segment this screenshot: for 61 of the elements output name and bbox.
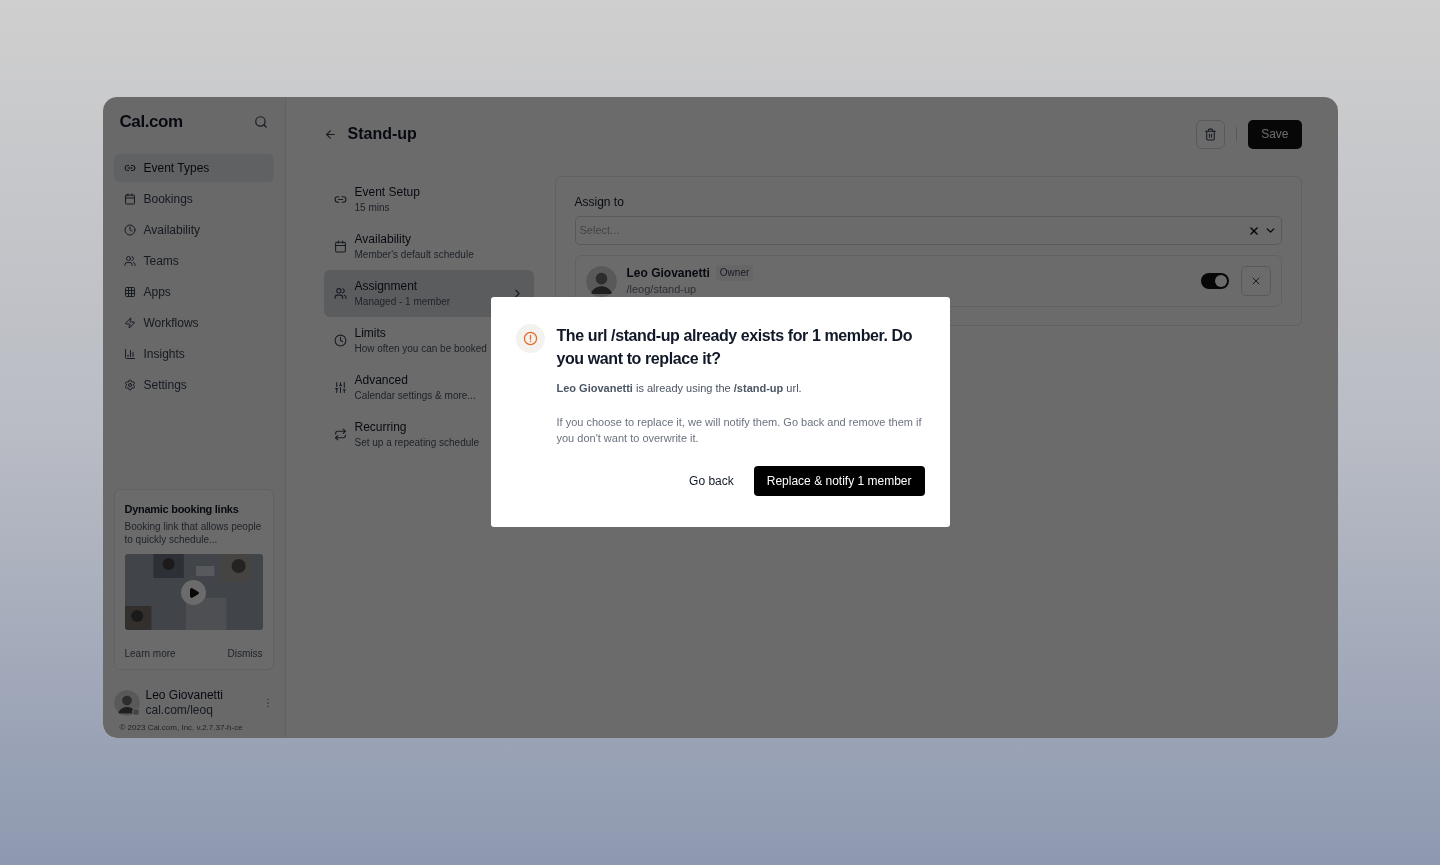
dialog-message: Leo Giovanetti is already using the /stand-up url. xyxy=(556,381,803,396)
promo-title: Dynamic booking links xyxy=(124,501,240,517)
menu-item-subtitle: Set up a repeating schedule xyxy=(354,435,481,450)
logo: Cal.com xyxy=(119,111,183,134)
replace-button[interactable]: Replace & notify 1 member xyxy=(753,465,925,496)
clock-icon xyxy=(333,334,347,347)
link-icon xyxy=(123,162,136,174)
settings-icon xyxy=(123,379,136,391)
menu-item-subtitle: Calendar settings & more... xyxy=(354,388,477,403)
nav-item[interactable]: Availability xyxy=(113,216,274,244)
member-url: /leog/stand-up xyxy=(626,282,698,297)
user-name: Leo Giovanetti xyxy=(145,688,224,703)
save-button[interactable]: Save xyxy=(1248,119,1302,149)
menu-item-subtitle: 15 mins xyxy=(354,200,391,215)
page-title: Stand-up xyxy=(347,124,417,144)
trash-icon xyxy=(1204,127,1218,141)
owner-badge: Owner xyxy=(715,265,754,281)
play-icon xyxy=(188,586,200,599)
nav-item[interactable]: Insights xyxy=(113,340,274,368)
nav-item[interactable]: Settings xyxy=(113,371,274,399)
repeat-icon xyxy=(333,428,347,441)
search-icon[interactable] xyxy=(253,115,268,129)
menu-item-title: Advanced xyxy=(354,371,409,388)
nav-item[interactable]: Apps xyxy=(113,278,274,306)
grid-icon xyxy=(123,286,136,298)
clock-icon xyxy=(123,224,136,236)
go-back-button[interactable]: Go back xyxy=(677,465,746,496)
menu-item-title: Recurring xyxy=(354,418,408,435)
toggle-switch[interactable] xyxy=(1200,273,1229,289)
dialog-title: The url /stand-up already exists for 1 member. Do you want to replace it? xyxy=(556,326,914,369)
dialog-note: If you choose to replace it, we will notify them. Go back and remove them if you don't want to overwrite it. xyxy=(556,414,923,446)
users-icon xyxy=(123,255,136,267)
menu-item-title: Assignment xyxy=(354,277,419,294)
bar-chart-icon xyxy=(123,348,136,360)
alert-icon xyxy=(522,331,538,346)
back-icon[interactable] xyxy=(323,127,337,141)
dismiss-link[interactable]: Dismiss xyxy=(227,646,263,661)
clear-icon[interactable] xyxy=(1247,224,1260,237)
nav-item[interactable]: Teams xyxy=(113,247,274,275)
menu-item-title: Availability xyxy=(354,230,412,247)
menu-item-title: Event Setup xyxy=(354,183,421,200)
assign-label: Assign to xyxy=(574,194,625,211)
nav-item[interactable]: Event Types xyxy=(113,154,274,182)
avatar-icon xyxy=(585,265,617,297)
lightning-icon xyxy=(123,317,136,329)
promo-text: Booking link that allows people to quickly schedule... xyxy=(124,520,263,546)
delete-button[interactable] xyxy=(1196,119,1226,149)
users-icon xyxy=(333,287,347,300)
avatar-icon xyxy=(113,690,140,716)
nav-item[interactable]: Workflows xyxy=(113,309,274,337)
member-name: Leo Giovanetti xyxy=(626,265,710,281)
menu-item-title: Limits xyxy=(354,324,387,341)
nav-item[interactable]: Bookings xyxy=(113,185,274,213)
menu-item-subtitle: Member's default schedule xyxy=(354,247,475,262)
calendar-icon xyxy=(123,193,136,205)
copyright: © 2023 Cal.com, Inc. v.2.7.37-h-ce xyxy=(118,722,244,734)
sliders-icon xyxy=(333,381,347,394)
menu-item-subtitle: How often you can be booked xyxy=(354,341,488,356)
calendar-icon xyxy=(333,240,347,253)
link-icon xyxy=(333,193,347,206)
learn-more-link[interactable]: Learn more xyxy=(124,646,176,661)
